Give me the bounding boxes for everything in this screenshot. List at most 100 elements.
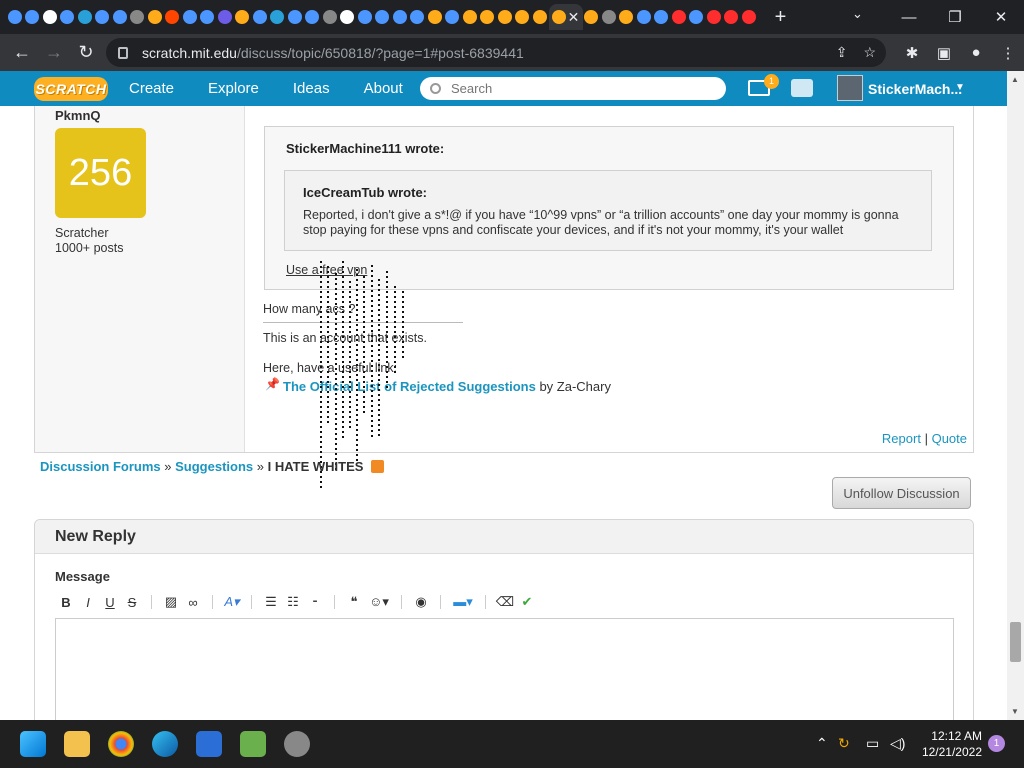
italic-button[interactable]: I	[77, 592, 99, 612]
address-bar[interactable]: scratch.mit.edu/discuss/topic/650818/?pa…	[106, 38, 886, 67]
quote-link[interactable]: Quote	[932, 431, 967, 446]
browser-tab[interactable]	[164, 4, 182, 30]
breadcrumb-forums[interactable]: Discussion Forums	[40, 459, 161, 474]
browser-tab[interactable]	[286, 4, 304, 30]
browser-tab[interactable]	[251, 4, 269, 30]
search-box[interactable]	[420, 77, 726, 100]
browser-tab[interactable]	[374, 4, 392, 30]
browser-tab[interactable]	[653, 4, 671, 30]
scroll-thumb[interactable]	[1010, 622, 1021, 662]
post-author-name[interactable]: PkmnQ	[55, 108, 101, 123]
tray-chevron-icon[interactable]: ⌃	[816, 735, 828, 752]
browser-tab[interactable]	[41, 4, 59, 30]
url-text[interactable]: scratch.mit.edu/discuss/topic/650818/?pa…	[142, 45, 524, 61]
rss-icon[interactable]	[371, 460, 385, 473]
browser-tab[interactable]	[269, 4, 287, 30]
store-icon[interactable]	[196, 731, 222, 757]
globe-icon[interactable]: ◉	[410, 592, 432, 612]
new-tab-icon[interactable]: +	[766, 6, 796, 29]
browser-tab[interactable]	[740, 4, 758, 30]
system-clock[interactable]: 12:12 AM 12/21/2022	[918, 728, 982, 760]
scratchblocks-icon[interactable]: ▬▾	[449, 592, 477, 612]
eraser-icon[interactable]: ⌫	[494, 592, 516, 612]
browser-tab[interactable]	[59, 4, 77, 30]
bullet-list-icon[interactable]: ☰	[260, 592, 282, 612]
extensions-puzzle-icon[interactable]: ✱	[896, 44, 928, 62]
checkmark-icon[interactable]: ✔	[516, 592, 538, 612]
scroll-up-icon[interactable]: ▲	[1011, 75, 1019, 84]
browser-tab[interactable]	[24, 4, 42, 30]
browser-tab[interactable]	[234, 4, 252, 30]
forward-icon[interactable]: →	[38, 42, 70, 63]
bold-button[interactable]: B	[55, 592, 77, 612]
maximize-icon[interactable]: ❐	[932, 8, 978, 26]
network-icon[interactable]: ▭	[866, 735, 879, 752]
browser-tab[interactable]	[321, 4, 339, 30]
browser-tab[interactable]	[514, 4, 532, 30]
browser-tab[interactable]	[705, 4, 723, 30]
emoji-icon[interactable]: ☺▾	[365, 592, 393, 612]
unfollow-discussion-button[interactable]: Unfollow Discussion	[832, 477, 971, 509]
browser-tab[interactable]	[583, 4, 601, 30]
minimize-icon[interactable]: —	[886, 9, 932, 26]
browser-tab[interactable]	[618, 4, 636, 30]
nav-explore[interactable]: Explore	[191, 71, 276, 106]
browser-tab[interactable]	[479, 4, 497, 30]
link-icon[interactable]: ∞	[182, 592, 204, 612]
share-icon[interactable]: ⇪	[836, 44, 848, 61]
browser-tab[interactable]	[6, 4, 24, 30]
report-link[interactable]: Report	[882, 431, 921, 446]
nav-about[interactable]: About	[347, 71, 420, 106]
page-scrollbar[interactable]: ▲ ▼	[1007, 71, 1024, 720]
browser-tab[interactable]	[723, 4, 741, 30]
browser-tab[interactable]	[339, 4, 357, 30]
browser-tab[interactable]	[304, 4, 322, 30]
sync-icon[interactable]: ↻	[838, 735, 850, 752]
nav-create[interactable]: Create	[112, 71, 191, 106]
browser-tab[interactable]	[391, 4, 409, 30]
file-explorer-icon[interactable]	[64, 731, 90, 757]
browser-tab[interactable]	[181, 4, 199, 30]
edge-icon[interactable]	[152, 731, 178, 757]
browser-tab[interactable]	[356, 4, 374, 30]
scroll-down-icon[interactable]: ▼	[1011, 707, 1019, 716]
menu-kebab-icon[interactable]: ⋮	[992, 44, 1024, 62]
browser-tab[interactable]	[688, 4, 706, 30]
browser-tab[interactable]	[444, 4, 462, 30]
my-stuff-icon[interactable]	[791, 79, 813, 97]
post-author-avatar[interactable]: 256	[55, 128, 146, 218]
browser-tab[interactable]	[216, 4, 234, 30]
quote-icon[interactable]: ❝	[343, 592, 365, 612]
reload-icon[interactable]: ↻	[70, 42, 102, 63]
numbered-list-icon[interactable]: ☷	[282, 592, 304, 612]
side-panel-icon[interactable]: ▣	[928, 44, 960, 62]
bookmark-star-icon[interactable]: ☆	[863, 44, 876, 61]
browser-tab[interactable]	[426, 4, 444, 30]
volume-icon[interactable]: ◁)	[890, 735, 905, 752]
user-avatar[interactable]	[837, 75, 863, 101]
browser-tab[interactable]	[129, 4, 147, 30]
browser-tab[interactable]	[531, 4, 549, 30]
browser-tab[interactable]	[461, 4, 479, 30]
browser-tab[interactable]	[111, 4, 129, 30]
browser-tab[interactable]	[670, 4, 688, 30]
search-input[interactable]	[451, 81, 711, 96]
breadcrumb-category[interactable]: Suggestions	[175, 459, 253, 474]
browser-tab[interactable]	[496, 4, 514, 30]
browser-tab[interactable]	[409, 4, 427, 30]
underline-button[interactable]: U	[99, 592, 121, 612]
browser-tab[interactable]	[600, 4, 618, 30]
browser-tab[interactable]	[635, 4, 653, 30]
list-item-icon[interactable]: ⁃	[304, 592, 326, 612]
username[interactable]: StickerMach...	[868, 81, 962, 97]
browser-tab[interactable]	[76, 4, 94, 30]
active-browser-tab[interactable]: ✕	[548, 4, 583, 30]
close-window-icon[interactable]: ✕	[978, 8, 1024, 26]
tab-search-chevron-icon[interactable]: ⌄	[852, 6, 863, 22]
profile-icon[interactable]: ●	[960, 44, 992, 61]
notepad-app-icon[interactable]	[240, 731, 266, 757]
font-size-icon[interactable]: A▾	[221, 592, 243, 612]
image-icon[interactable]: ▨	[160, 592, 182, 612]
user-dropdown-icon[interactable]: ▼	[955, 82, 965, 93]
notification-badge[interactable]: 1	[988, 735, 1005, 752]
